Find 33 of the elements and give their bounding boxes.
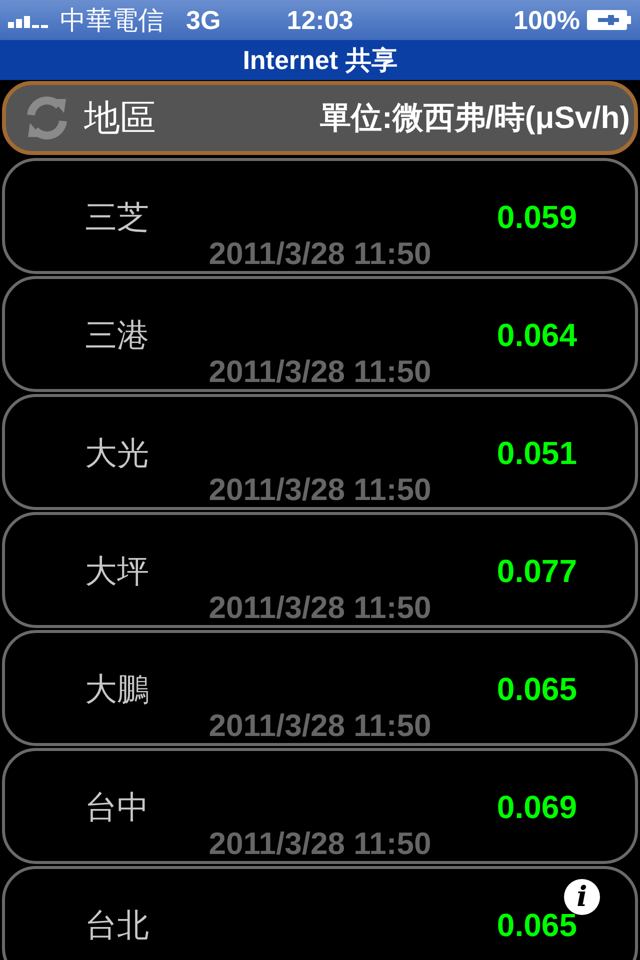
clock-time: 12:03 [286,4,354,34]
station-row[interactable]: 大鵬 0.065 2011/3/28 11:50 [2,630,638,746]
timestamp: 2011/3/28 11:50 [208,355,432,389]
station-row[interactable]: 三芝 0.059 2011/3/28 11:50 [2,158,638,274]
timestamp: 2011/3/28 11:50 [208,473,432,507]
radiation-value: 0.059 [496,198,577,237]
radiation-value: 0.069 [496,788,577,827]
region-label: 地區 [84,96,156,140]
station-name: 大坪 [85,552,150,591]
network-type: 3G [186,4,221,36]
battery-percent: 100% [514,4,580,36]
battery-charging-icon [586,9,632,31]
station-name: 台中 [85,788,150,827]
timestamp: 2011/3/28 11:50 [208,709,432,743]
timestamp: 2011/3/28 11:50 [208,827,432,861]
radiation-value: 0.077 [496,552,577,591]
station-row[interactable]: 台中 0.069 2011/3/28 11:50 [2,748,638,864]
timestamp: 2011/3/28 11:50 [208,237,432,271]
radiation-value: 0.051 [496,434,577,473]
station-name: 三芝 [85,198,150,237]
station-name: 大鵬 [85,670,150,709]
station-name: 台北 [85,906,150,945]
timestamp: 2011/3/28 11:50 [208,591,432,625]
nav-title: Internet 共享 [242,44,398,76]
station-row[interactable]: 三港 0.064 2011/3/28 11:50 [2,276,638,392]
unit-label: 單位:微西弗/時(μSv/h) [320,99,630,137]
radiation-value: 0.065 [496,670,577,709]
station-name: 大光 [85,434,150,473]
radiation-value: 0.064 [496,316,577,355]
station-row[interactable]: 大坪 0.077 2011/3/28 11:50 [2,512,638,628]
carrier-name: 中華電信 [60,4,164,36]
station-name: 三港 [85,316,150,355]
station-row[interactable]: 大光 0.051 2011/3/28 11:50 [2,394,638,510]
